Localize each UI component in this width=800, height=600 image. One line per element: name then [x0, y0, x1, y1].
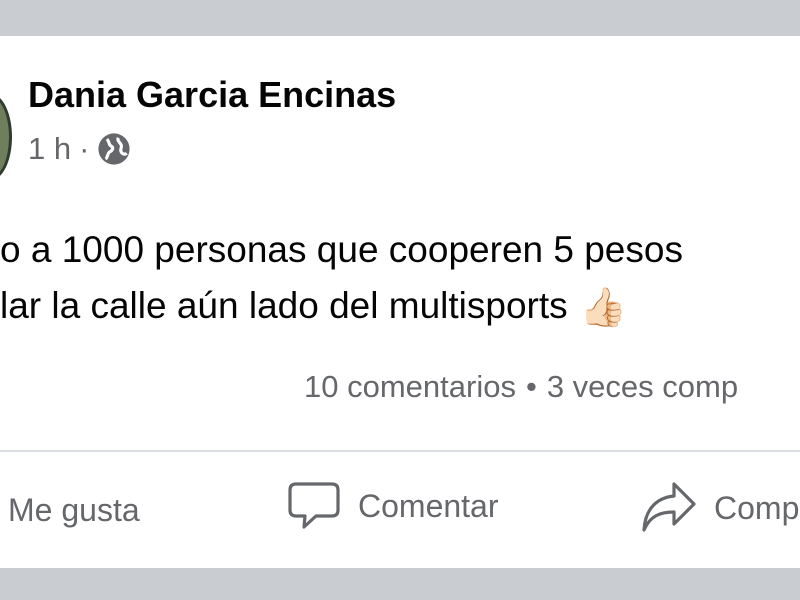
post-actions: Me gusta Comentar Comp: [0, 480, 800, 550]
share-button[interactable]: Comp: [640, 480, 799, 536]
comment-label: Comentar: [358, 487, 499, 524]
thumbs-up-emoji-icon: 👍🏻: [579, 287, 627, 330]
stats-separator: •: [525, 369, 537, 404]
avatar[interactable]: [0, 94, 12, 180]
post-time[interactable]: 1 h: [28, 131, 71, 167]
comments-count[interactable]: 10 comentarios: [304, 369, 516, 404]
post-text-line-1: o a 1000 personas que cooperen 5 pesos: [0, 229, 683, 270]
share-arrow-icon: [642, 482, 696, 532]
post-text-line-2-text: lar la calle aún lado del multisports: [0, 285, 568, 326]
post-stats: 10 comentarios • 3 veces comp: [304, 369, 738, 405]
comment-button[interactable]: Comentar: [286, 480, 499, 532]
post-text-line-2: lar la calle aún lado del multisports 👍🏻: [0, 278, 683, 336]
globe-icon: [98, 133, 131, 165]
meta-separator: ·: [79, 131, 90, 166]
shares-count[interactable]: 3 veces comp: [547, 369, 738, 404]
actions-divider: [0, 450, 800, 452]
share-label: Comp: [714, 489, 800, 526]
post-card: Dania Garcia Encinas 1 h · o a 1000 pers…: [0, 36, 800, 568]
comment-icon: [288, 482, 340, 529]
like-button[interactable]: Me gusta: [8, 492, 140, 529]
author-name[interactable]: Dania Garcia Encinas: [28, 74, 396, 116]
post-body: o a 1000 personas que cooperen 5 pesos l…: [0, 222, 683, 336]
post-meta: 1 h ·: [28, 131, 131, 167]
like-label: Me gusta: [8, 492, 140, 528]
